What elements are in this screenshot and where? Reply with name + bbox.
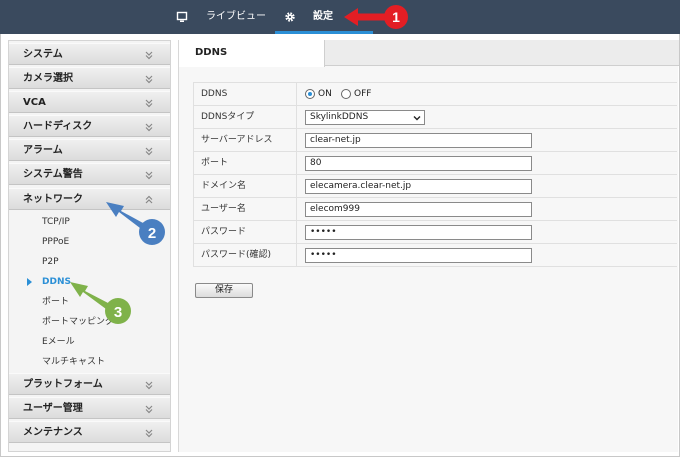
green-arrow-icon	[70, 282, 110, 309]
callout-number: 3	[114, 304, 122, 321]
callout-badge-1: 1	[384, 5, 408, 29]
tutorial-annotations: 1 2 3	[70, 5, 408, 324]
callout-number: 1	[392, 9, 400, 25]
callout-badge-3: 3	[105, 298, 131, 324]
callout-badge-2: 2	[139, 219, 165, 245]
red-arrow-icon	[344, 8, 388, 26]
blue-arrow-icon	[106, 202, 143, 228]
callout-number: 2	[148, 225, 156, 242]
